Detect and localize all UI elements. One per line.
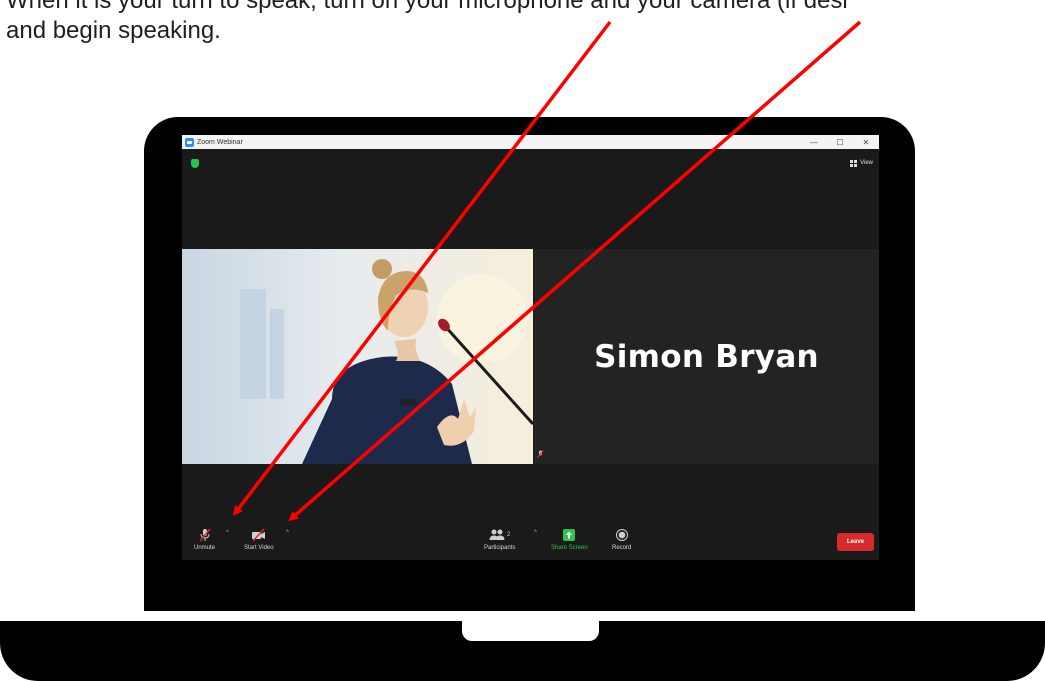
leave-button[interactable]: Leave (837, 533, 874, 551)
share-screen-label: Share Screen (551, 545, 588, 551)
unmute-button[interactable]: Unmute (194, 528, 215, 551)
participants-label: Participants (484, 545, 516, 551)
participants-icon: 2 (489, 528, 510, 542)
speaker-video-tile (182, 249, 533, 464)
participants-button[interactable]: 2 Participants (484, 528, 515, 551)
start-video-label: Start Video (244, 545, 274, 551)
view-label: View (860, 160, 873, 166)
audio-options-caret[interactable]: ^ (226, 530, 229, 536)
muted-mic-icon (537, 450, 544, 458)
participant-tile: Simon Bryan (534, 249, 879, 464)
security-shield-icon[interactable] (191, 159, 199, 168)
close-button[interactable]: ✕ (853, 135, 879, 149)
record-icon (615, 528, 629, 542)
window-title: Zoom Webinar (197, 138, 243, 146)
participant-name: Simon Bryan (594, 338, 819, 375)
meeting-toolbar: Unmute ^ Start Video ^ 2 Participants ^ … (182, 520, 879, 560)
speaker-video-image (182, 249, 533, 464)
participants-count: 2 (507, 532, 511, 538)
video-off-icon (251, 528, 267, 542)
laptop-notch (462, 621, 599, 641)
minimize-button[interactable]: — (801, 135, 827, 149)
record-button[interactable]: Record (612, 528, 631, 551)
share-screen-icon (562, 528, 576, 542)
record-label: Record (612, 545, 632, 551)
window-controls: — ☐ ✕ (801, 135, 879, 149)
view-button[interactable]: View (850, 157, 873, 169)
participants-options-caret[interactable]: ^ (534, 530, 537, 536)
microphone-muted-icon (198, 528, 212, 542)
grid-view-icon (850, 159, 858, 167)
start-video-button[interactable]: Start Video (244, 528, 274, 551)
share-screen-button[interactable]: Share Screen (551, 528, 588, 551)
zoom-app-icon (185, 137, 194, 147)
instruction-text: When it is your turn to speak, turn on y… (6, 0, 848, 44)
unmute-label: Unmute (194, 545, 216, 551)
zoom-window: Zoom Webinar — ☐ ✕ View Simon Bryan Unmu… (182, 135, 879, 560)
title-bar: Zoom Webinar — ☐ ✕ (182, 135, 879, 149)
video-options-caret[interactable]: ^ (286, 530, 289, 536)
maximize-button[interactable]: ☐ (827, 135, 853, 149)
